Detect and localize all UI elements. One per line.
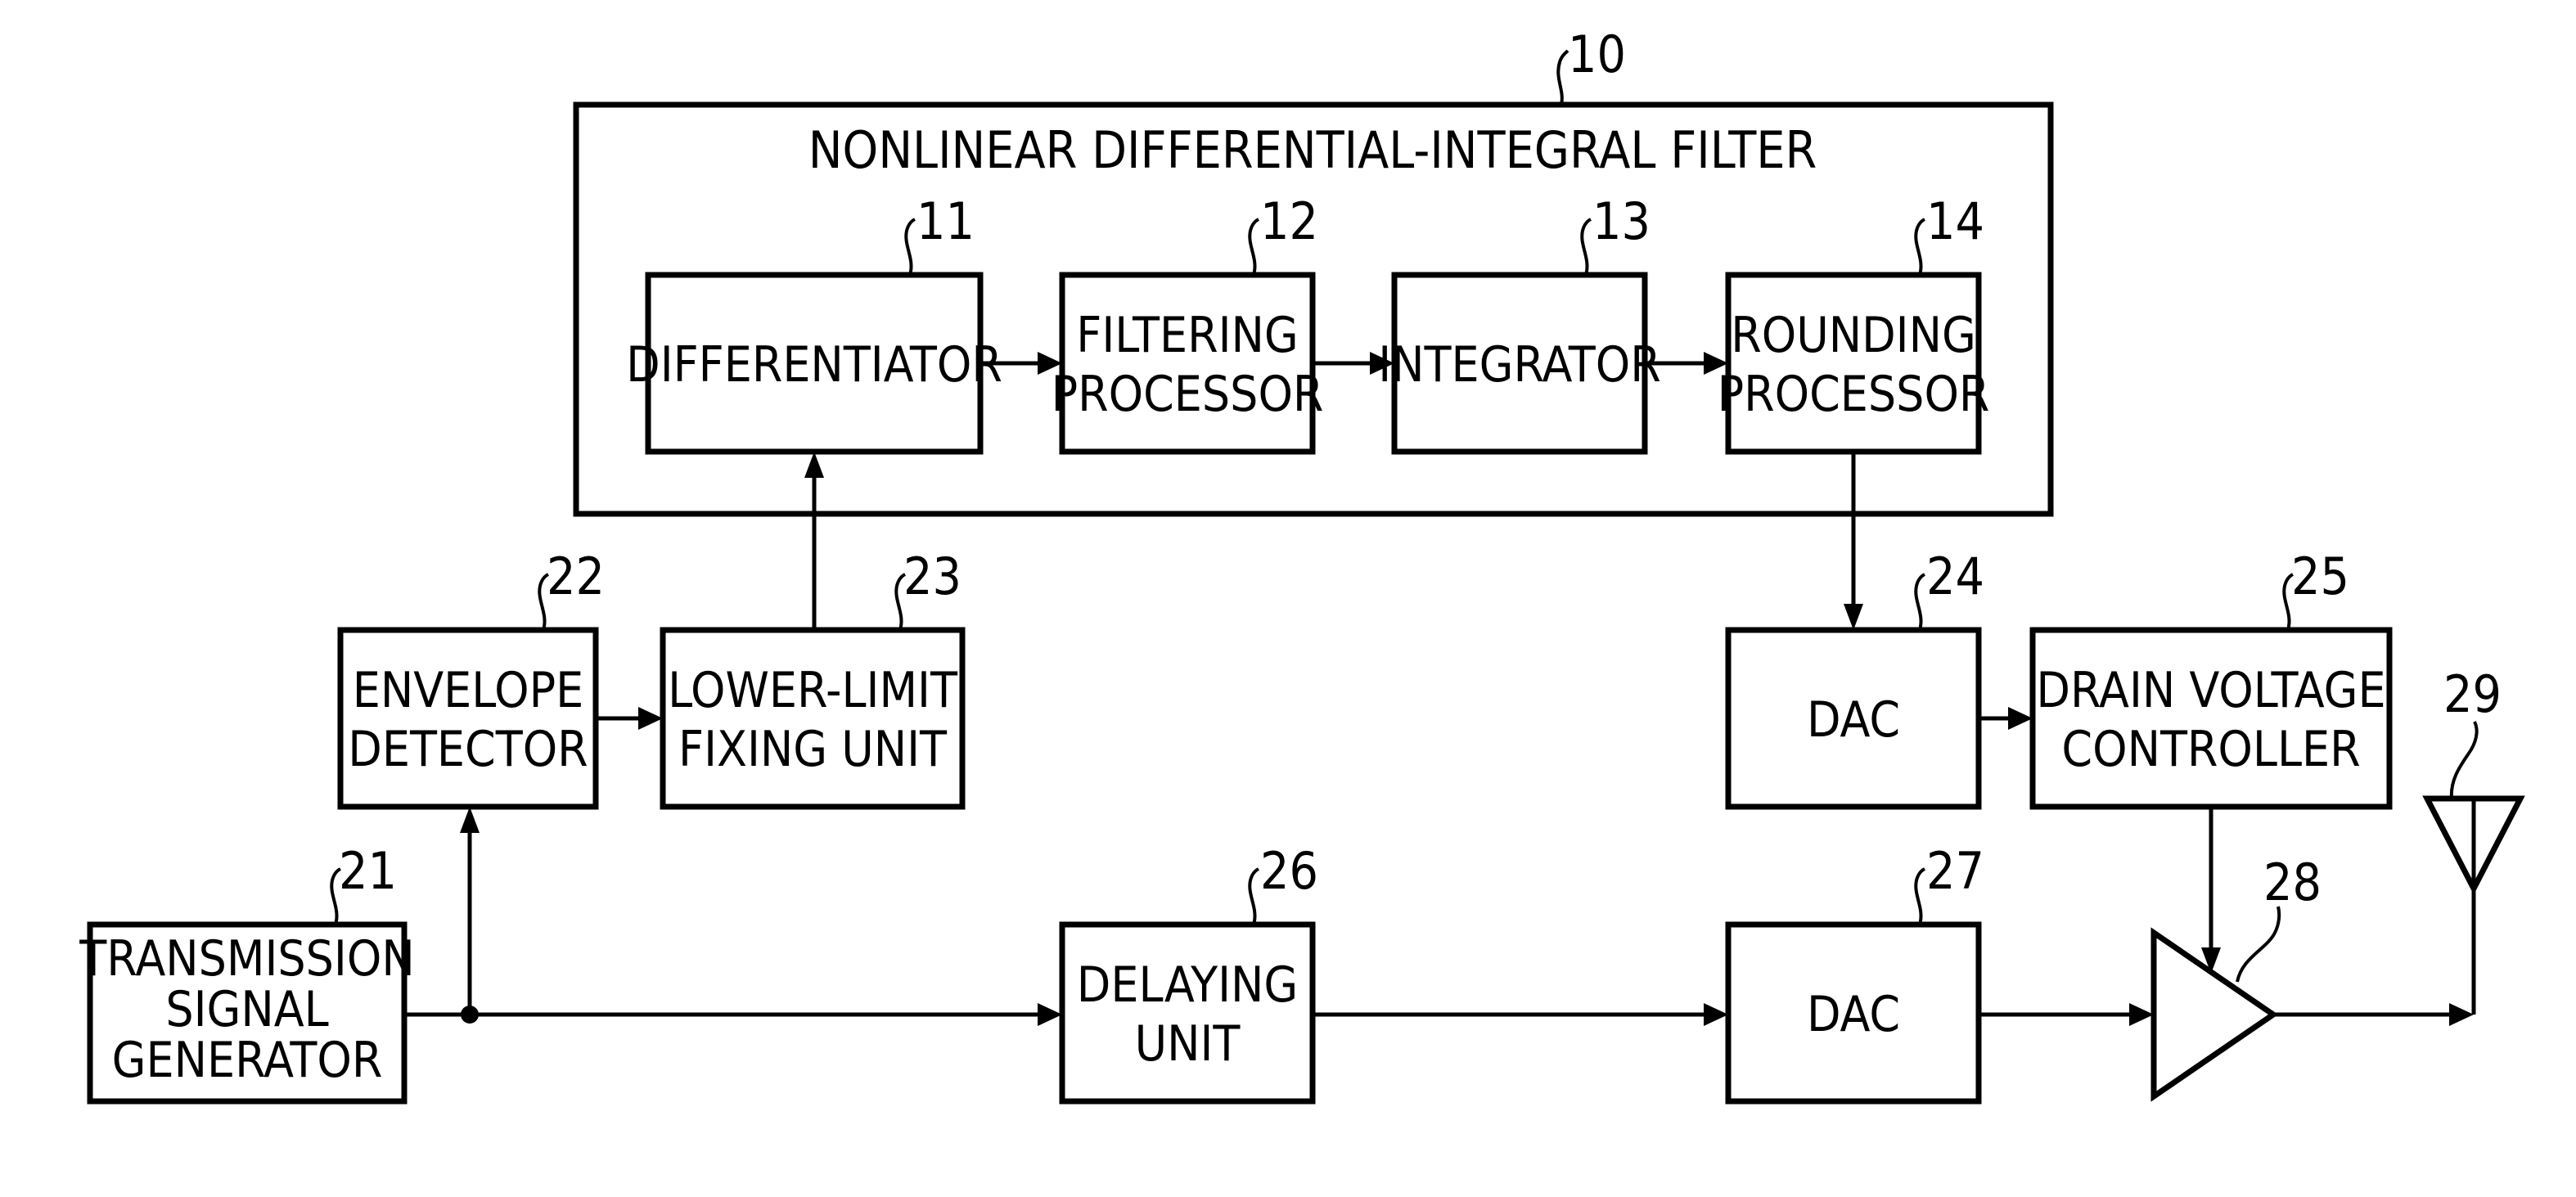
leader-line-24 <box>1914 573 1925 631</box>
arrowhead-21-22 <box>460 807 480 833</box>
delaying-unit-label-line2: UNIT <box>1135 1015 1241 1073</box>
ref-label-24: 24 <box>1926 547 1984 606</box>
ref-label-14: 14 <box>1926 191 1984 251</box>
ref-label-11: 11 <box>916 191 975 251</box>
ref-label-25: 25 <box>2291 547 2349 606</box>
delaying-unit-label-line1: DELAYING <box>1077 956 1298 1014</box>
leader-line-10 <box>1556 49 1569 106</box>
envelope-detector-block: ENVELOPE DETECTOR 22 <box>337 547 605 810</box>
ref-label-29: 29 <box>2443 664 2502 724</box>
dac-27-block: DAC 27 <box>1725 841 1984 1105</box>
ref-label-12: 12 <box>1260 191 1318 251</box>
drain-voltage-label-line1: DRAIN VOLTAGE <box>2036 662 2385 719</box>
ref-label-13: 13 <box>1592 191 1651 251</box>
drain-voltage-controller-block: DRAIN VOLTAGE CONTROLLER 25 <box>2029 547 2393 810</box>
block-diagram: NONLINEAR DIFFERENTIAL-INTEGRAL FILTER 1… <box>79 25 2525 1105</box>
tsg-label-line2: SIGNAL <box>165 981 328 1038</box>
envelope-detector-label-line2: DETECTOR <box>348 721 588 778</box>
filter-title: NONLINEAR DIFFERENTIAL-INTEGRAL FILTER <box>808 120 1817 180</box>
ref-label-23: 23 <box>903 547 961 606</box>
rounding-processor-label-line1: ROUNDING <box>1731 307 1976 364</box>
arrowhead-24-25 <box>2008 707 2033 730</box>
delaying-unit-block: DELAYING UNIT 26 <box>1059 841 1318 1105</box>
ref-label-22: 22 <box>547 547 605 606</box>
rounding-processor-label-line2: PROCESSOR <box>1718 366 1990 423</box>
ref-label-27: 27 <box>1926 841 1984 901</box>
arrowhead-28-29 <box>2449 1003 2474 1026</box>
dac-24-block: DAC 24 <box>1725 547 1984 810</box>
ref-label-10: 10 <box>1568 25 1626 84</box>
ref-label-21: 21 <box>339 841 397 901</box>
drain-voltage-label-line2: CONTROLLER <box>2061 721 2360 778</box>
dac-24-label: DAC <box>1807 691 1900 749</box>
ref-label-26: 26 <box>1260 841 1318 901</box>
tsg-label-line1: TRANSMISSION <box>79 930 414 988</box>
envelope-detector-label-line1: ENVELOPE <box>353 662 584 719</box>
arrowhead-26-27 <box>1704 1003 1728 1026</box>
antenna-29: 29 <box>2422 664 2525 1015</box>
tsg-label-line3: GENERATOR <box>112 1032 383 1089</box>
filtering-processor-label-line2: PROCESSOR <box>1052 366 1324 423</box>
transmission-signal-generator-block: TRANSMISSION SIGNAL GENERATOR 21 <box>79 841 415 1105</box>
leader-line-27 <box>1914 867 1925 925</box>
amplifier-28: 28 <box>2150 853 2322 1102</box>
lower-limit-label-line1: LOWER-LIMIT <box>668 662 958 719</box>
leader-line-26 <box>1248 867 1259 925</box>
leader-line-29 <box>2449 721 2479 799</box>
filtering-processor-label-line1: FILTERING <box>1076 307 1298 364</box>
differentiator-label: DIFFERENTIATOR <box>626 336 1002 394</box>
arrowhead-22-23 <box>638 707 663 730</box>
integrator-label: INTEGRATOR <box>1378 336 1660 394</box>
arrowhead-14-24 <box>1844 604 1863 630</box>
arrowhead-21-26 <box>1038 1003 1062 1026</box>
lower-limit-label-line2: FIXING UNIT <box>678 721 948 778</box>
arrowhead-27-28 <box>2129 1003 2154 1026</box>
leader-line-28 <box>2236 906 2281 983</box>
dac-27-label: DAC <box>1807 986 1900 1043</box>
ref-label-28: 28 <box>2263 853 2322 912</box>
